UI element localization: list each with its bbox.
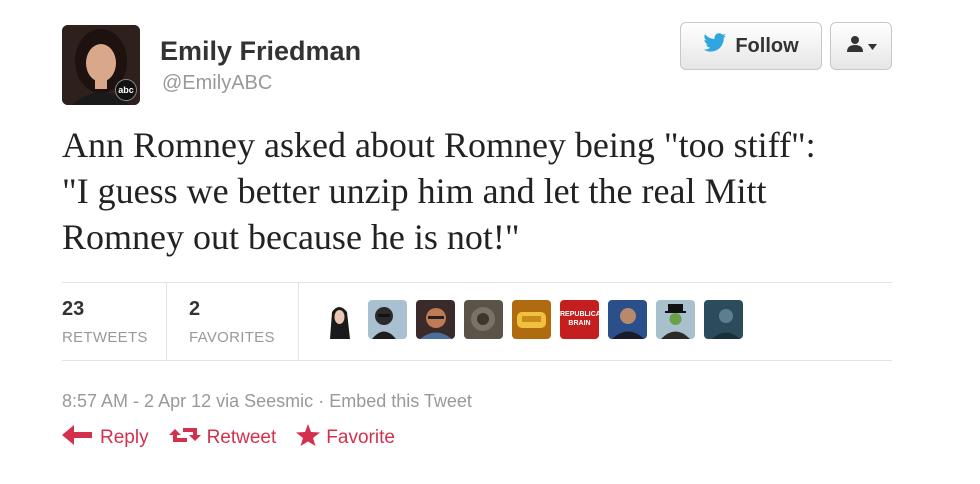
star-icon	[296, 424, 321, 452]
tweet-actions: Reply Retweet Favorite	[62, 424, 395, 452]
tweet-line: "I guess we better unzip him and let the…	[62, 171, 767, 211]
tweet-line: Ann Romney asked about Romney being "too…	[62, 125, 816, 165]
reply-label: Reply	[100, 427, 149, 448]
follow-button[interactable]: Follow	[680, 22, 822, 70]
user-actions-button[interactable]	[830, 22, 892, 70]
favoriter-text: REPUBLICAN BRAIN	[560, 311, 599, 327]
divider-bottom	[62, 360, 892, 361]
follow-label: Follow	[735, 34, 799, 57]
embed-link[interactable]: Embed this Tweet	[329, 391, 472, 411]
caret-down-icon	[867, 37, 877, 55]
retweets-stat[interactable]: 23 RETWEETS	[62, 298, 148, 346]
favoriter-avatar[interactable]	[416, 300, 455, 339]
favorites-label: FAVORITES	[189, 329, 275, 346]
favorite-label: Favorite	[326, 427, 395, 448]
retweet-button[interactable]: Retweet	[168, 424, 277, 452]
favoriter-avatar[interactable]	[656, 300, 695, 339]
display-name[interactable]: Emily Friedman	[160, 36, 361, 67]
tweet-meta: 8:57 AM - 2 Apr 12 via Seesmic · Embed t…	[62, 391, 472, 411]
tweet-text: Ann Romney asked about Romney being "too…	[62, 122, 922, 260]
client-link[interactable]: Seesmic	[244, 391, 313, 411]
favoriter-avatar[interactable]: REPUBLICAN BRAIN	[560, 300, 599, 339]
favorite-button[interactable]: Favorite	[296, 424, 395, 452]
favoriter-avatar[interactable]	[320, 300, 359, 339]
divider-top	[62, 282, 892, 283]
favorites-stat[interactable]: 2 FAVORITES	[189, 298, 275, 346]
retweets-label: RETWEETS	[62, 329, 148, 346]
favoriter-avatar[interactable]	[368, 300, 407, 339]
favoriter-avatar[interactable]	[704, 300, 743, 339]
favoriter-avatar[interactable]	[512, 300, 551, 339]
twitter-bird-icon	[703, 33, 727, 59]
reply-button[interactable]: Reply	[62, 424, 149, 452]
reply-icon	[62, 425, 94, 451]
favoriter-avatar[interactable]	[464, 300, 503, 339]
favorites-count: 2	[189, 298, 201, 320]
user-icon	[846, 35, 864, 58]
favoriter-avatars: REPUBLICAN BRAIN	[320, 300, 743, 339]
tweet-line: Romney out because he is not!"	[62, 217, 520, 257]
favoriter-avatar[interactable]	[608, 300, 647, 339]
stat-separator	[166, 282, 167, 360]
tweet-timestamp[interactable]: 8:57 AM - 2 Apr 12	[62, 391, 211, 411]
via-prefix: via	[216, 391, 240, 411]
abc-logo: abc	[115, 79, 137, 101]
screen-name[interactable]: @EmilyABC	[162, 72, 272, 95]
stat-separator	[298, 282, 299, 360]
retweets-count: 23	[62, 298, 85, 320]
retweet-label: Retweet	[206, 427, 277, 448]
retweet-icon	[168, 425, 201, 451]
avatar[interactable]: abc	[62, 25, 140, 105]
